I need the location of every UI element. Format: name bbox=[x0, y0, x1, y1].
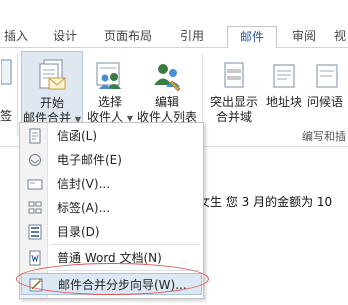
ribbon-group-label: 编写和插 bbox=[302, 130, 346, 143]
start-mail-merge-label-1: 开始 bbox=[39, 96, 64, 110]
menu-item-label: 目录(D) bbox=[57, 225, 100, 239]
tab-review[interactable]: 审阅 bbox=[283, 26, 325, 48]
greeting-line-button[interactable]: 问候语 bbox=[305, 51, 348, 125]
start-mail-merge-button[interactable]: 开始 邮件合并 ▼ bbox=[21, 51, 83, 131]
envelope-icon bbox=[27, 176, 43, 192]
start-mail-merge-icon bbox=[35, 58, 69, 98]
address-block-button[interactable]: 地址块 bbox=[264, 51, 304, 125]
edit-recipient-list-button[interactable]: 编辑 收件人列表 bbox=[136, 51, 198, 131]
menu-item-mail-merge-wizard[interactable]: 邮件合并分步向导(W)... bbox=[21, 273, 202, 295]
menu-separator bbox=[50, 270, 200, 271]
menu-item-label: 邮件合并分步向导(W)... bbox=[58, 278, 187, 292]
menu-item-label: 普通 Word 文档(N) bbox=[57, 251, 162, 265]
greeting-line-icon bbox=[312, 57, 342, 97]
edit-recipients-icon bbox=[150, 57, 184, 97]
start-mail-merge-menu: 信函(L) 电子邮件(E) 信封(V)... 标签(A)... 目录(D) 普通… bbox=[19, 122, 204, 299]
greeting-line-label: 问候语 bbox=[307, 95, 344, 109]
menu-item-email[interactable]: 电子邮件(E) bbox=[21, 149, 202, 171]
email-icon bbox=[27, 152, 43, 168]
ribbon-tab-strip: 插入 设计 页面布局 引用 邮件 审阅 视 bbox=[0, 0, 348, 49]
highlight-fields-label-2: 合并域 bbox=[215, 110, 252, 124]
envelope-icon bbox=[0, 56, 13, 90]
menu-separator bbox=[50, 244, 200, 245]
normal-document-icon bbox=[27, 250, 43, 266]
menu-item-labels[interactable]: 标签(A)... bbox=[21, 197, 202, 219]
menu-item-label: 信封(V)... bbox=[57, 177, 111, 191]
tab-design[interactable]: 设计 bbox=[44, 26, 86, 48]
menu-item-label: 标签(A)... bbox=[57, 201, 111, 215]
select-recipients-button[interactable]: 选择 收件人 ▼ bbox=[85, 51, 135, 131]
highlight-merge-fields-button[interactable]: 突出显示 合并域 bbox=[206, 51, 262, 125]
tab-insert[interactable]: 插入 bbox=[0, 26, 32, 48]
menu-item-label: 电子邮件(E) bbox=[57, 153, 122, 167]
tab-references[interactable]: 引用 bbox=[172, 26, 212, 48]
partial-button-label: 签 bbox=[0, 109, 13, 123]
tab-page-layout[interactable]: 页面布局 bbox=[96, 26, 160, 48]
directory-icon bbox=[27, 224, 43, 240]
highlight-fields-icon bbox=[219, 57, 249, 97]
ribbon-separator bbox=[17, 54, 18, 136]
highlight-fields-label-1: 突出显示 bbox=[209, 95, 258, 109]
edit-recipients-label-1: 编辑 bbox=[154, 95, 179, 109]
select-recipients-label-1: 选择 bbox=[97, 95, 122, 109]
tab-mailings[interactable]: 邮件 bbox=[227, 26, 277, 49]
select-recipients-icon bbox=[93, 57, 127, 97]
wizard-icon bbox=[28, 277, 44, 293]
document-text: 女生 您 3 月的金额为 10 bbox=[198, 195, 333, 209]
menu-item-label: 信函(L) bbox=[57, 129, 98, 143]
envelopes-button-partial[interactable]: 签 bbox=[0, 50, 14, 130]
address-block-icon bbox=[269, 57, 299, 97]
menu-item-directory[interactable]: 目录(D) bbox=[21, 221, 202, 243]
letter-icon bbox=[27, 128, 43, 144]
menu-item-letters[interactable]: 信函(L) bbox=[21, 125, 202, 147]
label-icon bbox=[27, 200, 43, 216]
menu-item-envelopes[interactable]: 信封(V)... bbox=[21, 173, 202, 195]
tab-view[interactable]: 视 bbox=[332, 26, 348, 48]
menu-item-normal-word-document[interactable]: 普通 Word 文档(N) bbox=[21, 247, 202, 269]
address-block-label: 地址块 bbox=[265, 95, 302, 109]
